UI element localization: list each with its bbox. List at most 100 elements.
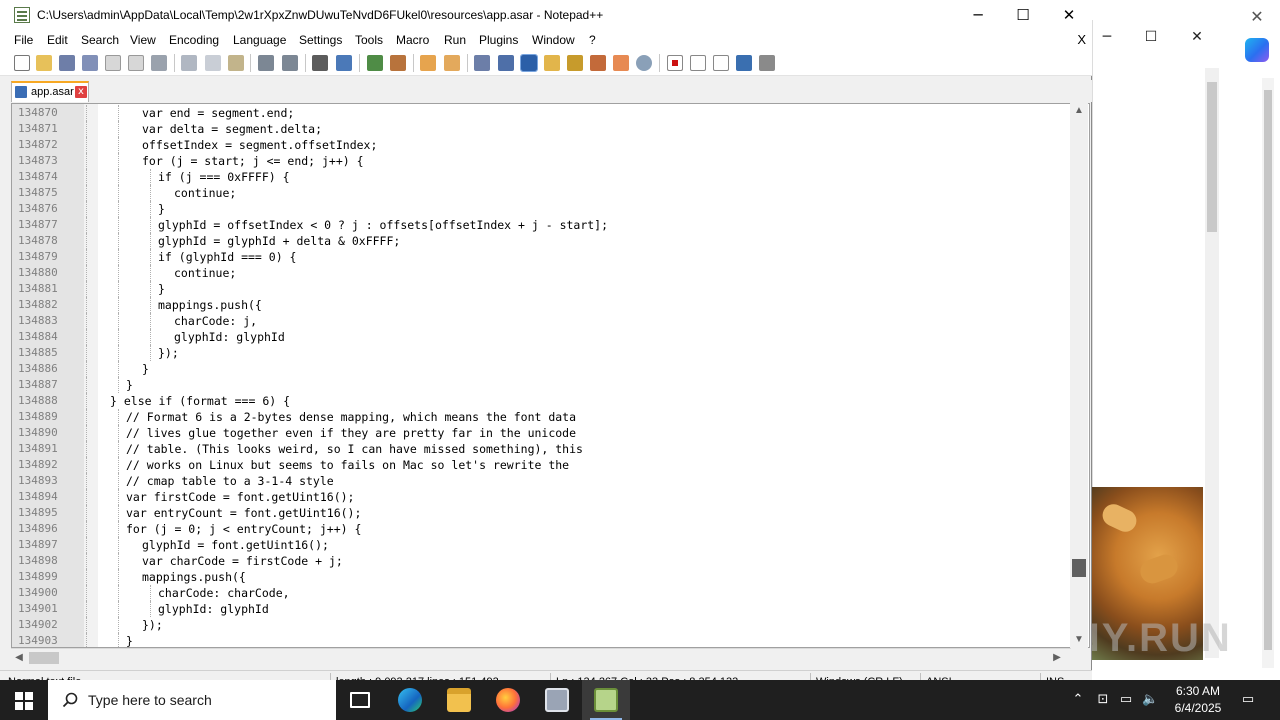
playback-macro-icon[interactable]	[713, 55, 729, 71]
print-icon[interactable]	[151, 55, 167, 71]
code-line[interactable]: 134891 // table. (This looks weird, so I …	[12, 441, 1072, 457]
close-all-icon[interactable]	[128, 55, 144, 71]
code-line[interactable]: 134873 for (j = start; j <= end; j++) {	[12, 153, 1072, 169]
code-line[interactable]: 134888} else if (format === 6) {	[12, 393, 1072, 409]
horizontal-scroll-thumb[interactable]	[29, 652, 59, 664]
notification-icon[interactable]: ▭	[1238, 692, 1258, 708]
record-macro-icon[interactable]	[667, 55, 683, 71]
folder-workspace-icon[interactable]	[613, 55, 629, 71]
menu-window[interactable]: Window	[532, 33, 575, 47]
browser-scroll-thumb[interactable]	[1207, 82, 1217, 232]
browser-scrollbar[interactable]	[1205, 68, 1219, 658]
code-line[interactable]: 134884 glyphId: glyphId	[12, 329, 1072, 345]
replace-icon[interactable]	[336, 55, 352, 71]
code-editor[interactable]: 134870 var end = segment.end; 134871 var de…	[11, 103, 1090, 648]
show-all-characters-icon[interactable]	[498, 55, 514, 71]
save-macro-icon[interactable]	[759, 55, 775, 71]
code-line[interactable]: 134893 // cmap table to a 3-1-4 style	[12, 473, 1072, 489]
tab-app-asar[interactable]: app.asar x	[11, 81, 89, 102]
menu-language[interactable]: Language	[233, 33, 286, 47]
zoom-out-icon[interactable]	[390, 55, 406, 71]
menu-help[interactable]: ?	[589, 33, 596, 47]
code-line[interactable]: 134903}	[12, 633, 1072, 647]
code-line[interactable]: 134886}	[12, 361, 1072, 377]
scroll-right-arrow-icon[interactable]: ▶	[1049, 650, 1065, 666]
code-line[interactable]: 134875 continue;	[12, 185, 1072, 201]
code-line[interactable]: 134882 mappings.push({	[12, 297, 1072, 313]
close-button[interactable]: ✕	[1046, 0, 1092, 30]
cut-icon[interactable]	[181, 55, 197, 71]
code-line[interactable]: 134870 var end = segment.end;	[12, 105, 1072, 121]
code-line[interactable]: 134898 var charCode = firstCode + j;	[12, 553, 1072, 569]
code-line[interactable]: 134883 charCode: j,	[12, 313, 1072, 329]
menu-run[interactable]: Run	[444, 33, 466, 47]
menu-close-document-button[interactable]: X	[1077, 32, 1086, 47]
menu-file[interactable]: File	[14, 33, 33, 47]
code-line[interactable]: 134881}	[12, 281, 1072, 297]
copy-icon[interactable]	[205, 55, 221, 71]
code-line[interactable]: 134896 for (j = 0; j < entryCount; j++) {	[12, 521, 1072, 537]
menu-settings[interactable]: Settings	[299, 33, 342, 47]
minimize-button[interactable]: ─	[955, 0, 1001, 30]
copilot-icon[interactable]	[1245, 38, 1269, 62]
task-view-button[interactable]	[336, 680, 384, 720]
network-device-icon[interactable]: ⊡	[1095, 692, 1111, 708]
code-line[interactable]: 134878 glyphId = glyphId + delta & 0xFFFF…	[12, 233, 1072, 249]
code-line[interactable]: 134897 glyphId = font.getUint16();	[12, 537, 1072, 553]
taskbar-file-explorer[interactable]	[435, 680, 483, 720]
code-line[interactable]: 134901 glyphId: glyphId	[12, 601, 1072, 617]
taskbar-edge[interactable]	[386, 680, 434, 720]
outer-scrollbar[interactable]	[1262, 78, 1274, 668]
outer-close-icon[interactable]: ✕	[1245, 5, 1269, 29]
taskbar-app[interactable]	[533, 680, 581, 720]
code-line[interactable]: 134885});	[12, 345, 1072, 361]
code-line[interactable]: 134892 // works on Linux but seems to fai…	[12, 457, 1072, 473]
menu-macro[interactable]: Macro	[396, 33, 429, 47]
undo-icon[interactable]	[258, 55, 274, 71]
chevron-up-icon[interactable]: ⌃	[1070, 692, 1086, 708]
menu-view[interactable]: View	[130, 33, 156, 47]
menu-tools[interactable]: Tools	[355, 33, 383, 47]
document-map-icon[interactable]	[567, 55, 583, 71]
clock-time[interactable]: 6:30 AM	[1170, 684, 1226, 698]
find-icon[interactable]	[312, 55, 328, 71]
menu-encoding[interactable]: Encoding	[169, 33, 219, 47]
paste-icon[interactable]	[228, 55, 244, 71]
scroll-left-arrow-icon[interactable]: ◀	[11, 650, 27, 666]
code-line[interactable]: 134890 // lives glue together even if the…	[12, 425, 1072, 441]
code-line[interactable]: 134902});	[12, 617, 1072, 633]
browser-minimize-button[interactable]: ─	[1093, 26, 1121, 48]
stop-recording-icon[interactable]	[690, 55, 706, 71]
taskbar-notepadpp[interactable]	[582, 680, 630, 720]
taskbar-search-box[interactable]: Type here to search	[48, 680, 336, 720]
code-line[interactable]: 134895 var entryCount = font.getUint16();	[12, 505, 1072, 521]
volume-icon[interactable]: 🔈	[1142, 692, 1158, 708]
maximize-button[interactable]: ☐	[1000, 0, 1046, 30]
clock-date[interactable]: 6/4/2025	[1168, 701, 1228, 715]
menu-edit[interactable]: Edit	[47, 33, 68, 47]
editor-vertical-scrollbar[interactable]: ▲ ▼	[1070, 103, 1088, 648]
code-line[interactable]: 134899 mappings.push({	[12, 569, 1072, 585]
code-line[interactable]: 134876}	[12, 201, 1072, 217]
menu-plugins[interactable]: Plugins	[479, 33, 518, 47]
save-icon[interactable]	[59, 55, 75, 71]
network-icon[interactable]: ▭	[1118, 692, 1134, 708]
browser-maximize-button[interactable]: ☐	[1137, 26, 1165, 48]
new-file-icon[interactable]	[14, 55, 30, 71]
scroll-down-arrow-icon[interactable]: ▼	[1070, 632, 1088, 648]
taskbar-firefox[interactable]	[484, 680, 532, 720]
code-line[interactable]: 134871 var delta = segment.delta;	[12, 121, 1072, 137]
scroll-up-arrow-icon[interactable]: ▲	[1070, 103, 1088, 119]
sync-vertical-icon[interactable]	[420, 55, 436, 71]
code-line[interactable]: 134879 if (glyphId === 0) {	[12, 249, 1072, 265]
zoom-in-icon[interactable]	[367, 55, 383, 71]
code-line[interactable]: 134874 if (j === 0xFFFF) {	[12, 169, 1072, 185]
code-line[interactable]: 134877 glyphId = offsetIndex < 0 ? j : of…	[12, 217, 1072, 233]
redo-icon[interactable]	[282, 55, 298, 71]
run-macro-multiple-icon[interactable]	[736, 55, 752, 71]
indent-guide-icon[interactable]	[520, 54, 538, 72]
open-file-icon[interactable]	[36, 55, 52, 71]
monitoring-icon[interactable]	[636, 55, 652, 71]
close-file-icon[interactable]	[105, 55, 121, 71]
tab-close-icon[interactable]: x	[75, 86, 87, 98]
